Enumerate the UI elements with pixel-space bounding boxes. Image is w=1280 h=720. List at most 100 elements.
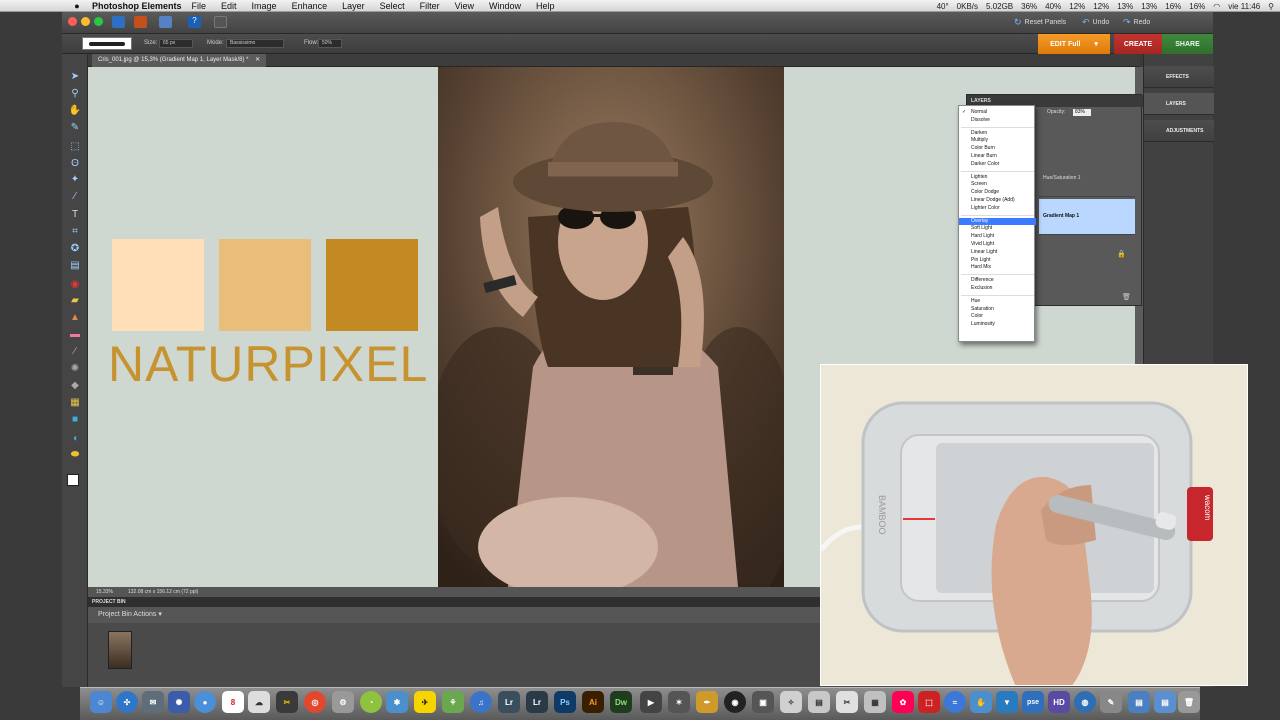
menu-filter[interactable]: Filter <box>420 1 440 11</box>
blur-tool-icon[interactable]: ◖ <box>68 432 82 446</box>
blend-mode-linear-light[interactable]: Linear Light <box>959 249 1036 256</box>
app-tree-dock-icon[interactable]: ⚘ <box>442 691 464 713</box>
clock[interactable]: vie 11:46 <box>1228 2 1260 11</box>
type-tool-icon[interactable]: T <box>68 208 82 222</box>
arrange-documents-icon[interactable] <box>214 16 227 28</box>
color-dock-icon[interactable]: ✿ <box>892 691 914 713</box>
mail-dock-icon[interactable]: ✉ <box>142 691 164 713</box>
grid-dock-icon[interactable]: ▦ <box>864 691 886 713</box>
menu-enhance[interactable]: Enhance <box>292 1 328 11</box>
zoom-tool-icon[interactable]: ⚲ <box>68 87 82 101</box>
shape-tool-icon[interactable]: ■ <box>68 413 82 427</box>
calendar-dock-icon[interactable]: 8 <box>222 691 244 713</box>
mode-select[interactable]: Bassissimo <box>226 39 284 48</box>
illustrator-dock-icon[interactable]: Ai <box>582 691 604 713</box>
blend-mode-saturation[interactable]: Saturation <box>959 306 1036 313</box>
tab-share[interactable]: SHARE <box>1162 34 1213 54</box>
blend-mode-linear-burn[interactable]: Linear Burn <box>959 153 1036 160</box>
system-prefs-dock-icon[interactable]: ⚙ <box>332 691 354 713</box>
menu-view[interactable]: View <box>455 1 474 11</box>
blend-mode-lighter-color[interactable]: Lighter Color <box>959 205 1036 212</box>
magic-wand-tool-icon[interactable]: ✦ <box>68 173 82 187</box>
menu-image[interactable]: Image <box>252 1 277 11</box>
tab-effects[interactable]: EFFECTS <box>1144 66 1214 88</box>
blend-mode-luminosity[interactable]: Luminosity <box>959 321 1036 328</box>
brush-tool-icon[interactable]: ∕ <box>68 345 82 359</box>
blend-mode-screen[interactable]: Screen <box>959 181 1036 188</box>
apple-icon[interactable]: ● <box>70 1 84 11</box>
pdf-dock-icon[interactable]: ⬚ <box>918 691 940 713</box>
cookie-cutter-tool-icon[interactable]: ✪ <box>68 242 82 256</box>
app-wave-dock-icon[interactable]: ≈ <box>944 691 966 713</box>
layer-row-hue-saturation[interactable]: Hue/Saturation 1 <box>1039 161 1135 197</box>
menu-select[interactable]: Select <box>380 1 405 11</box>
red-eye-tool-icon[interactable]: ◉ <box>68 278 82 292</box>
trash-dock-icon[interactable]: 🗑 <box>1178 691 1200 713</box>
pen-dock-icon[interactable]: ✒ <box>696 691 718 713</box>
hd-dock-icon[interactable]: HD <box>1048 691 1070 713</box>
opacity-field[interactable]: 83% <box>1073 109 1091 116</box>
photoshop-dock-icon[interactable]: Ps <box>554 691 576 713</box>
blend-mode-lighten[interactable]: Lighten <box>959 174 1036 181</box>
lightroom-2-dock-icon[interactable]: Lr <box>526 691 548 713</box>
app-shield-dock-icon[interactable]: ▼ <box>996 691 1018 713</box>
help-icon[interactable]: ? <box>188 16 201 28</box>
safari-dock-icon[interactable]: ✣ <box>116 691 138 713</box>
tab-layers[interactable]: LAYERS <box>1144 93 1214 115</box>
smart-brush-tool-icon[interactable]: ✺ <box>68 362 82 376</box>
blend-mode-pin-light[interactable]: Pin Light <box>959 257 1036 264</box>
minimize-window-button[interactable] <box>81 17 90 26</box>
app-yellow-dock-icon[interactable]: ✈ <box>414 691 436 713</box>
menu-window[interactable]: Window <box>489 1 521 11</box>
document-tab[interactable]: Cris_001.jpg @ 15,3% (Gradient Map 1, La… <box>92 54 267 67</box>
compass-dock-icon[interactable]: ✺ <box>168 691 190 713</box>
blend-mode-overlay[interactable]: Overlay <box>959 217 1036 225</box>
reset-panels-button[interactable]: ↻ Reset Panels <box>1014 17 1066 28</box>
hand-tool-icon[interactable]: ✋ <box>68 104 82 118</box>
paint-bucket-tool-icon[interactable]: ◆ <box>68 379 82 393</box>
finder-dock-icon[interactable]: ☺ <box>90 691 112 713</box>
messages-dock-icon[interactable]: ● <box>194 691 216 713</box>
clone-stamp-tool-icon[interactable]: ▲ <box>68 311 82 325</box>
app-blue-dock-icon[interactable]: ✱ <box>386 691 408 713</box>
globe-dock-icon[interactable]: ◍ <box>1074 691 1096 713</box>
itunes-dock-icon[interactable]: ♫ <box>470 691 492 713</box>
blend-mode-dissolve[interactable]: Dissolve <box>959 117 1036 124</box>
menu-edit[interactable]: Edit <box>221 1 237 11</box>
move-tool-icon[interactable]: ➤ <box>68 70 82 84</box>
lightroom-dock-icon[interactable]: Lr <box>498 691 520 713</box>
close-tab-icon[interactable]: ✕ <box>255 57 260 63</box>
printer-dock-icon[interactable]: ▤ <box>808 691 830 713</box>
blend-mode-linear-dodge-add[interactable]: Linear Dodge (Add) <box>959 197 1036 204</box>
gradient-tool-icon[interactable]: ▦ <box>68 396 82 410</box>
trash-icon[interactable]: 🗑 <box>1122 293 1131 301</box>
app-gray-dock-icon[interactable]: ✎ <box>1100 691 1122 713</box>
eyedropper-tool-icon[interactable]: ✎ <box>68 121 82 135</box>
blend-mode-difference[interactable]: Difference <box>959 277 1036 284</box>
skype-dock-icon[interactable]: ☁ <box>248 691 270 713</box>
tab-edit-full[interactable]: EDIT Full ▾ <box>1038 34 1110 54</box>
blend-mode-color[interactable]: Color <box>959 313 1036 320</box>
camera-dock-icon[interactable]: ◉ <box>724 691 746 713</box>
final-cut-dock-icon[interactable]: ▶ <box>640 691 662 713</box>
blend-mode-soft-light[interactable]: Soft Light <box>959 225 1036 232</box>
app-green-dock-icon[interactable]: ◔ <box>360 691 382 713</box>
blend-mode-vivid-light[interactable]: Vivid Light <box>959 241 1036 248</box>
selection-brush-tool-icon[interactable]: ∕ <box>68 190 82 204</box>
blend-mode-darker-color[interactable]: Darker Color <box>959 161 1036 168</box>
size-field[interactable]: 65 px <box>159 39 193 48</box>
redo-button[interactable]: ↷ Redo <box>1123 17 1150 28</box>
stickies-dock-icon[interactable]: ✂ <box>276 691 298 713</box>
flow-field[interactable]: 50% <box>318 39 342 48</box>
tab-adjustments[interactable]: ADJUSTMENTS <box>1144 120 1214 142</box>
menu-layer[interactable]: Layer <box>342 1 365 11</box>
blend-mode-multiply[interactable]: Multiply <box>959 137 1036 144</box>
blend-mode-hue[interactable]: Hue <box>959 298 1036 305</box>
photo-booth-dock-icon[interactable]: ▣ <box>752 691 774 713</box>
undo-button[interactable]: ↶ Undo <box>1082 17 1109 28</box>
sponge-tool-icon[interactable]: ⬬ <box>68 448 82 462</box>
marquee-tool-icon[interactable]: ⬚ <box>68 140 82 154</box>
healing-brush-tool-icon[interactable]: ▰ <box>68 294 82 308</box>
blend-mode-color-burn[interactable]: Color Burn <box>959 145 1036 152</box>
lasso-tool-icon[interactable]: ʘ <box>68 157 82 171</box>
